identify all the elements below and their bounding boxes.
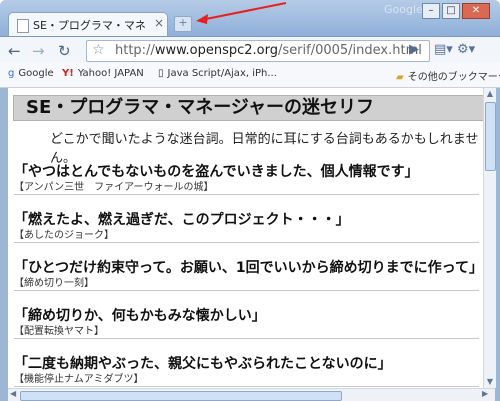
quote-entry: 「二度も納期やぶった、親父にもやぶられたことないのに」 【機能停止ナムアミダブツ… bbox=[14, 355, 479, 387]
quote-source: 【締め切り一刻】 bbox=[14, 278, 94, 289]
bookmark-javascript[interactable]: ▯ Java Script/Ajax, iPh... bbox=[158, 68, 277, 79]
play-icon[interactable]: ▶ bbox=[409, 42, 419, 57]
quote-entry: 「燃えたよ、燃え過ぎだ、このプロジェクト・・・」 【あしたのジョーク】 bbox=[14, 211, 479, 243]
scroll-thumb[interactable] bbox=[20, 391, 342, 401]
bookmarks-bar: g Google Y! Yahoo! JAPAN ▯ Java Script/Ajax… bbox=[0, 63, 500, 88]
vertical-scrollbar[interactable]: ▲ ▼ bbox=[483, 88, 496, 388]
forward-button[interactable]: → bbox=[32, 42, 45, 60]
quote-text: 「やつはとんでもないものを盗んでいきました、個人情報です」 bbox=[14, 164, 419, 180]
close-window-button[interactable]: ✕ bbox=[462, 3, 490, 19]
red-arrow-annotation bbox=[196, 2, 287, 24]
url-text[interactable]: http://www.openspc2.org/serif/0005/index… bbox=[115, 43, 422, 58]
reload-button[interactable]: ↻ bbox=[58, 42, 71, 60]
page-description: どこかで聞いたような迷台詞。日常的に耳にする台詞もあるかもしれません。 bbox=[50, 132, 479, 166]
scroll-down-icon[interactable]: ▼ bbox=[484, 376, 496, 388]
other-bookmarks[interactable]: ▰ その他のブックマーク bbox=[396, 68, 500, 83]
bookmark-label: Java Script/Ajax, iPh... bbox=[167, 68, 277, 79]
bookmark-label: Yahoo! JAPAN bbox=[77, 68, 144, 79]
minimize-button[interactable]: – bbox=[422, 3, 440, 19]
quote-text: 「二度も納期やぶった、親父にもやぶられたことないのに」 bbox=[14, 356, 392, 372]
yahoo-icon: Y! bbox=[62, 68, 74, 79]
bookmark-google[interactable]: g Google bbox=[8, 68, 54, 79]
browser-brand: Google bbox=[384, 3, 423, 16]
quote-text: 「締め切りか、何もかもみな懐かしい」 bbox=[14, 308, 266, 324]
quote-entry: 「締め切りか、何もかもみな懐かしい」 【配置転換ヤマト】 bbox=[14, 307, 479, 339]
page-icon: ▯ bbox=[158, 68, 164, 79]
browser-window: Google – □ ✕ SE・プログラマ・マネージャーの... × + ← →… bbox=[0, 0, 500, 401]
scroll-right-icon[interactable]: ▶ bbox=[482, 389, 488, 398]
star-icon[interactable]: ☆ bbox=[92, 42, 105, 58]
quote-entry: 「ひとつだけ約束守って。お願い、1回でいいから締め切りまでに作って」 【締め切り… bbox=[14, 259, 483, 291]
maximize-button[interactable]: □ bbox=[442, 3, 460, 19]
page-title: SE・プログラマ・マネージャーの迷セリフ bbox=[13, 95, 483, 121]
quote-source: 【機能停止ナムアミダブツ】 bbox=[14, 374, 144, 385]
quote-source: 【配置転換ヤマト】 bbox=[14, 326, 104, 337]
toolbar: ← → ↻ ☆ http://www.openspc2.org/serif/00… bbox=[0, 36, 500, 64]
tab-title: SE・プログラマ・マネージャーの... bbox=[33, 19, 145, 32]
address-bar[interactable]: ☆ http://www.openspc2.org/serif/0005/ind… bbox=[86, 40, 430, 62]
quote-source: 【あしたのジョーク】 bbox=[14, 230, 114, 241]
page-viewport: SE・プログラマ・マネージャーの迷セリフ どこかで聞いたような迷台詞。日常的に耳… bbox=[8, 88, 483, 388]
close-tab-icon[interactable]: × bbox=[154, 16, 164, 30]
quote-source: 【アンパン三世 ファイアーウォールの城】 bbox=[14, 182, 214, 193]
horizontal-scrollbar[interactable]: ◀ ▶ bbox=[8, 388, 495, 401]
page-icon bbox=[17, 19, 29, 33]
bookmark-label: Google bbox=[18, 68, 54, 79]
bookmark-yahoo[interactable]: Y! Yahoo! JAPAN bbox=[62, 68, 144, 79]
page-menu-icon[interactable]: ▤▾ ⚙▾ bbox=[434, 42, 475, 57]
scroll-thumb[interactable] bbox=[485, 102, 496, 171]
url-path: /serif/0005/index.html bbox=[278, 43, 422, 58]
quote-text: 「燃えたよ、燃え過ぎだ、このプロジェクト・・・」 bbox=[14, 212, 350, 228]
url-host: www.openspc2.org bbox=[154, 43, 279, 58]
back-button[interactable]: ← bbox=[8, 42, 21, 60]
scroll-up-icon[interactable]: ▲ bbox=[484, 88, 496, 100]
folder-icon: ▰ bbox=[396, 72, 404, 83]
bookmark-label: その他のブックマーク bbox=[407, 72, 500, 83]
url-prefix: http:// bbox=[115, 43, 155, 58]
tab-active[interactable]: SE・プログラマ・マネージャーの... × bbox=[8, 12, 168, 37]
google-icon: g bbox=[8, 68, 15, 79]
quote-entry: 「やつはとんでもないものを盗んでいきました、個人情報です」 【アンパン三世 ファ… bbox=[14, 163, 479, 195]
scroll-left-icon[interactable]: ◀ bbox=[10, 389, 16, 398]
quote-text: 「ひとつだけ約束守って。お願い、1回でいいから締め切りまでに作って」 bbox=[14, 260, 483, 276]
